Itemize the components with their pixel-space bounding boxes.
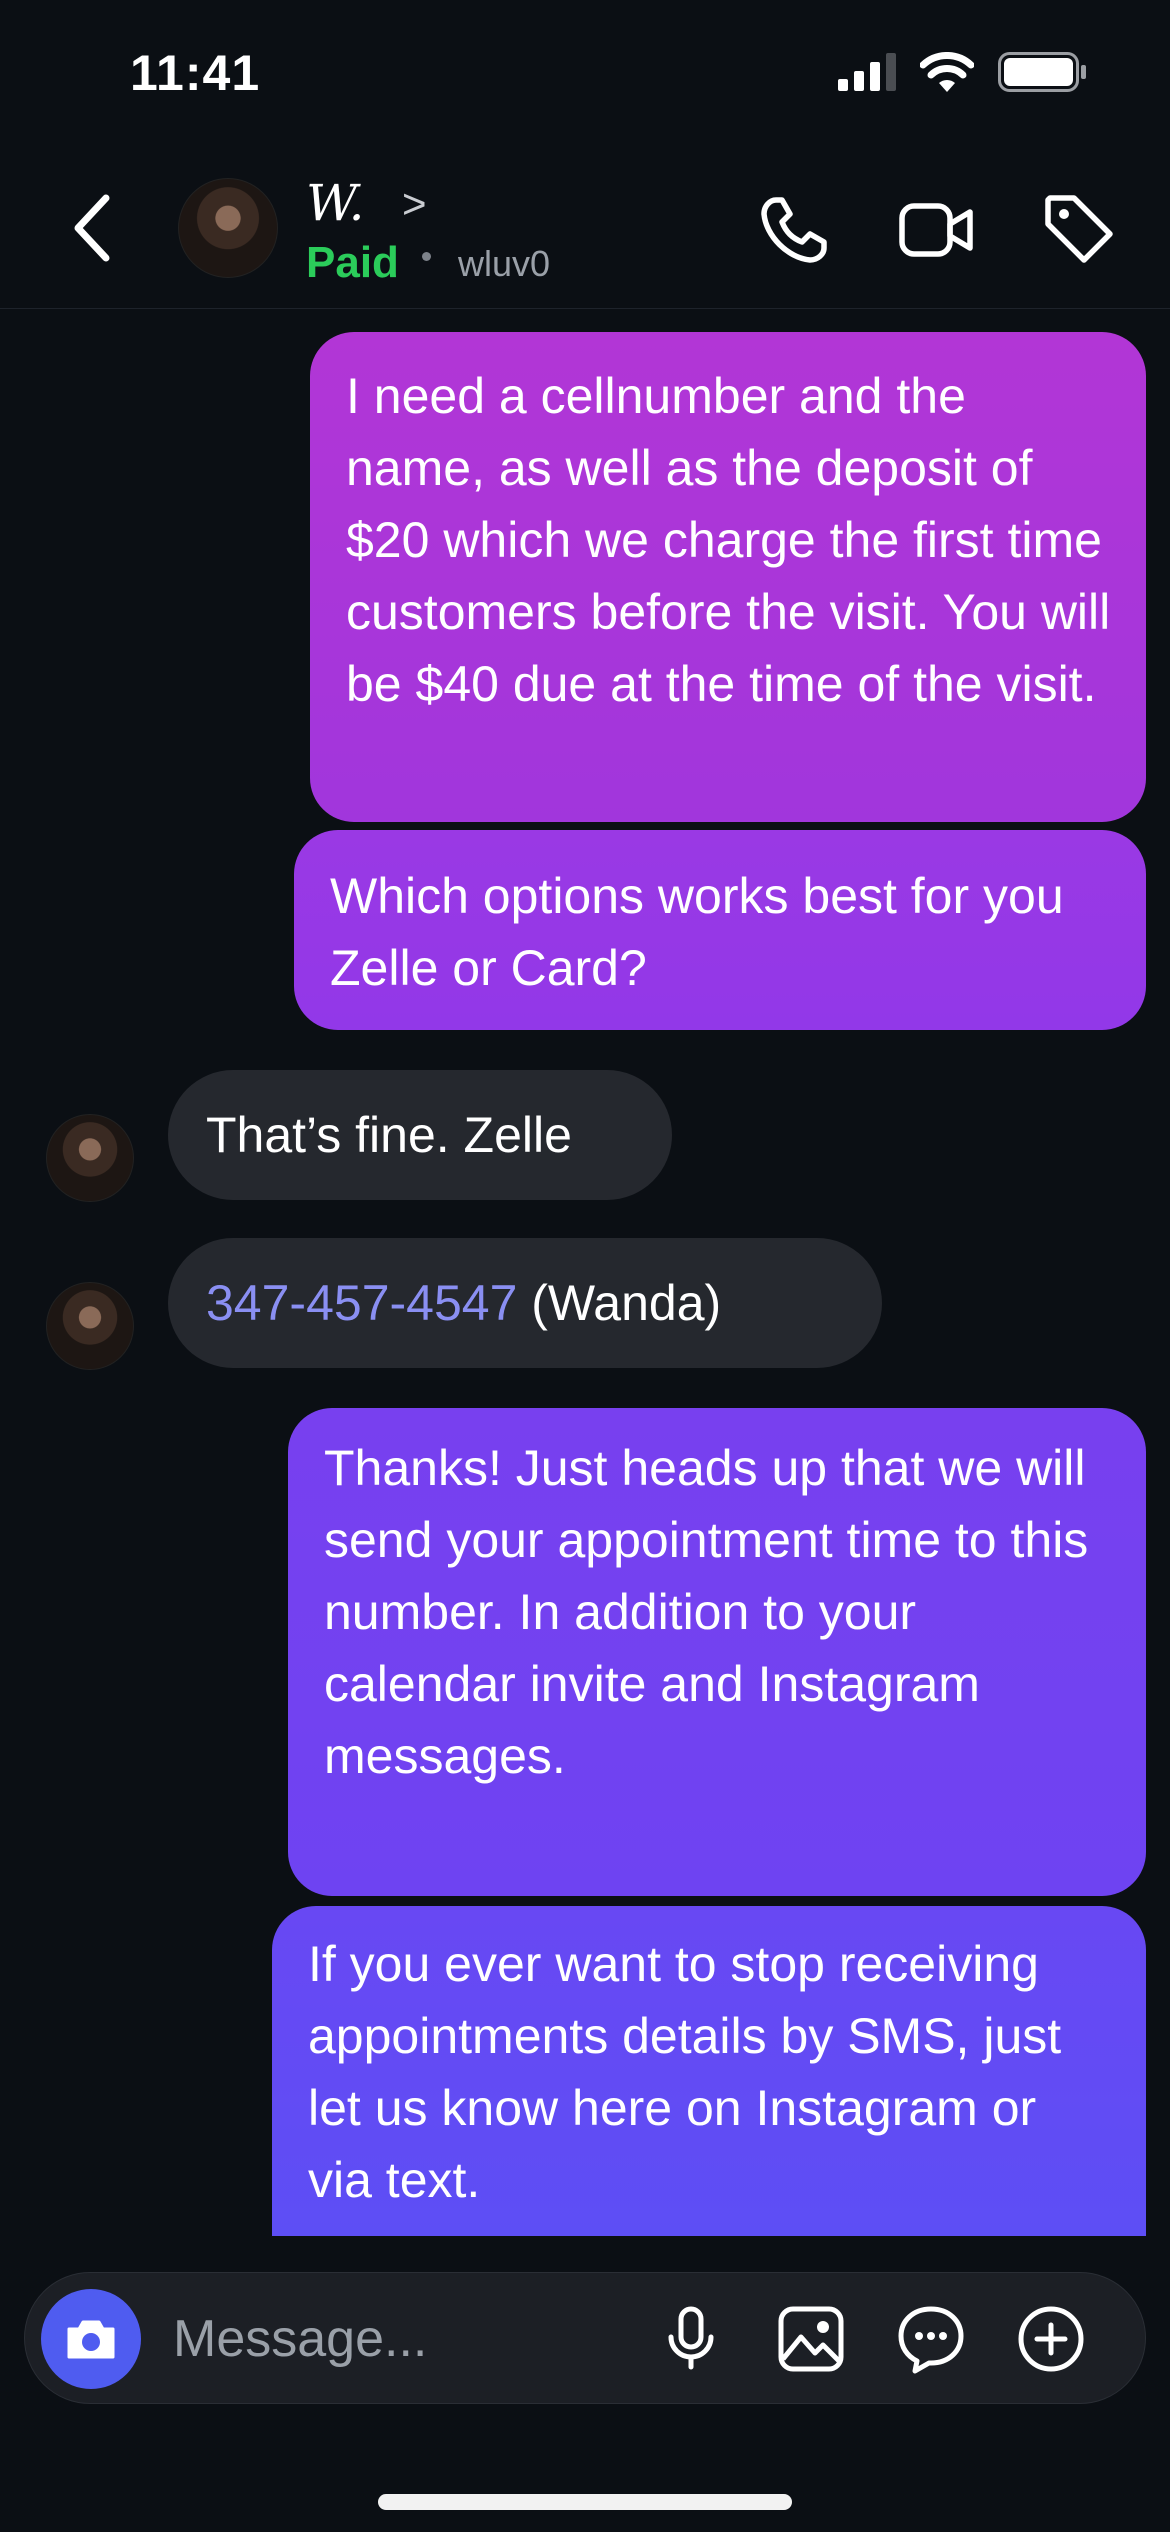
camera-icon	[67, 2320, 115, 2359]
message-composer	[24, 2272, 1146, 2404]
message-outgoing[interactable]: I need a cellnumber and the name, as wel…	[310, 332, 1146, 822]
tag-icon[interactable]	[1040, 190, 1120, 270]
microphone-icon[interactable]	[655, 2303, 727, 2375]
gallery-icon[interactable]	[775, 2303, 847, 2375]
message-text: (Wanda)	[517, 1275, 722, 1331]
paid-status-label: Paid	[306, 238, 399, 287]
sticker-icon[interactable]	[895, 2303, 967, 2375]
message-outgoing[interactable]: If you ever want to stop receiving appoi…	[272, 1906, 1146, 2236]
plus-icon[interactable]	[1015, 2303, 1087, 2375]
status-bar: 11:41	[0, 0, 1170, 150]
video-icon[interactable]	[896, 190, 976, 270]
contact-name[interactable]: W.	[306, 174, 365, 232]
camera-button[interactable]	[41, 2289, 141, 2389]
message-incoming[interactable]: That’s fine. Zelle	[168, 1070, 672, 1200]
message-input[interactable]	[171, 2303, 655, 2375]
status-icons	[838, 52, 1088, 92]
wifi-icon	[920, 52, 974, 92]
username: wluv0	[458, 243, 551, 284]
message-outgoing[interactable]: Thanks! Just heads up that we will send …	[288, 1408, 1146, 1896]
status-time: 11:41	[130, 45, 261, 101]
avatar[interactable]	[178, 178, 278, 278]
battery-icon	[998, 52, 1086, 92]
chat-header: W. > Paid wluv0	[0, 150, 1170, 309]
message-incoming[interactable]: 347-457-4547 (Wanda)	[168, 1238, 882, 1368]
back-icon[interactable]	[64, 188, 124, 268]
avatar[interactable]	[46, 1114, 134, 1202]
message-outgoing[interactable]: Which options works best for you Zelle o…	[294, 830, 1146, 1030]
separator-dot	[422, 252, 431, 261]
cellular-signal-icon	[838, 53, 896, 91]
chevron-right-icon[interactable]: >	[402, 180, 427, 228]
avatar[interactable]	[46, 1282, 134, 1370]
phone-icon[interactable]	[754, 190, 834, 270]
phone-number-link[interactable]: 347-457-4547	[206, 1275, 517, 1331]
home-indicator[interactable]	[378, 2494, 792, 2510]
